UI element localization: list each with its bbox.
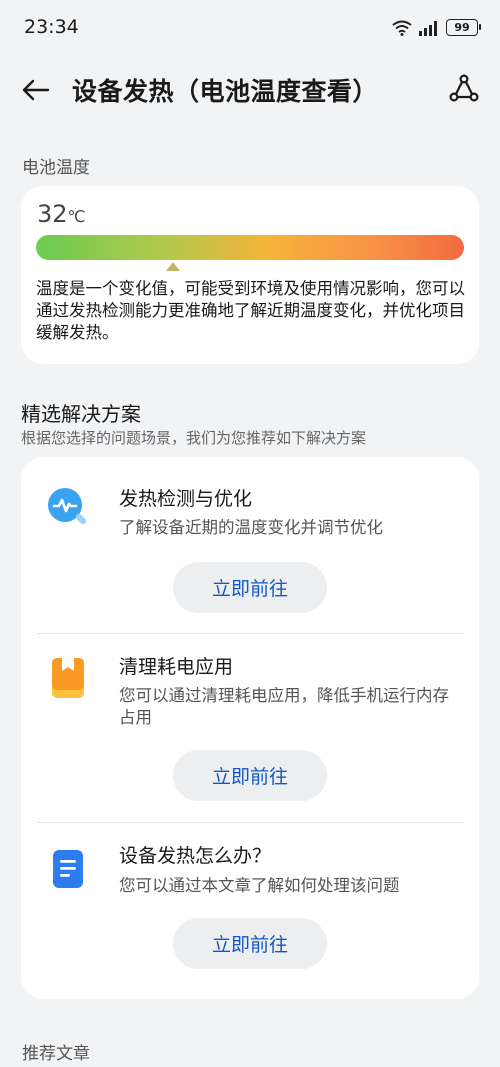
- signal-icon: [419, 20, 437, 36]
- wifi-icon: [392, 20, 412, 36]
- status-bar: 23:34 99: [0, 0, 500, 58]
- temperature-marker: [165, 262, 180, 271]
- go-now-button[interactable]: 立即前往: [173, 750, 327, 801]
- solution-description: 了解设备近期的温度变化并调节优化: [119, 518, 383, 537]
- recommended-articles-label: 推荐文章: [22, 1044, 90, 1064]
- status-icons: 99: [392, 19, 481, 36]
- article-icon: [53, 850, 83, 888]
- temperature-description: 温度是一个变化值，可能受到环境及使用情况影响，您可以通过发热检测能力更准确地了解…: [36, 279, 465, 342]
- solution-title: 设备发热怎么办？: [119, 845, 272, 867]
- temperature-value: 32℃: [37, 200, 86, 228]
- solution-description: 您可以通过本文章了解如何处理该问题: [119, 876, 400, 895]
- page-title: 设备发热（电池温度查看）: [72, 77, 379, 106]
- divider: [37, 822, 463, 823]
- go-now-button[interactable]: 立即前往: [173, 562, 327, 613]
- solution-description: 您可以通过清理耗电应用，降低手机运行内存占用: [119, 686, 449, 727]
- battery-temp-label: 电池温度: [22, 158, 90, 178]
- share-icon[interactable]: [446, 70, 482, 106]
- divider: [37, 633, 463, 634]
- solutions-subtitle: 根据您选择的问题场景，我们为您推荐如下解决方案: [21, 429, 367, 447]
- battery-icon: 99: [446, 19, 481, 36]
- status-time: 23:34: [24, 16, 79, 38]
- solution-title: 清理耗电应用: [119, 656, 234, 678]
- app-bar: 设备发热（电池温度查看）: [0, 58, 500, 120]
- solution-title: 发热检测与优化: [119, 488, 253, 510]
- battery-temp-card: 32℃ 温度是一个变化值，可能受到环境及使用情况影响，您可以通过发热检测能力更准…: [21, 186, 479, 364]
- solutions-title: 精选解决方案: [21, 402, 141, 426]
- heat-detection-icon: [48, 488, 87, 525]
- temperature-gradient-bar: [36, 235, 464, 260]
- back-arrow-icon[interactable]: [18, 72, 54, 108]
- solutions-card: 发热检测与优化 了解设备近期的温度变化并调节优化 立即前往 清理耗电应用 您可以…: [21, 457, 479, 999]
- app-cleanup-icon: [52, 658, 84, 698]
- go-now-button[interactable]: 立即前往: [173, 918, 327, 969]
